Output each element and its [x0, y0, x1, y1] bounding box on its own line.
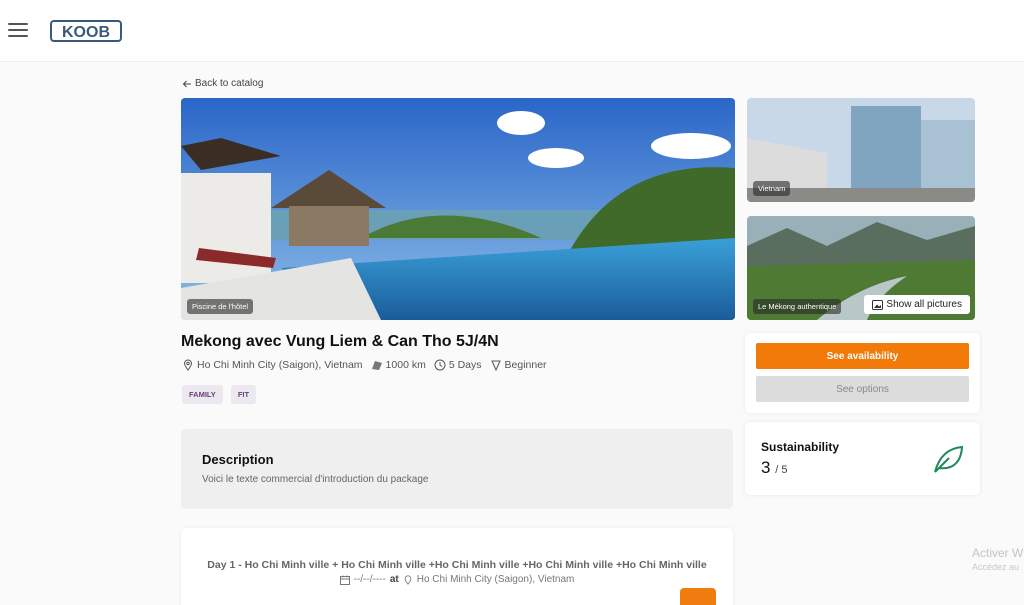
thumb1-caption: Vietnam	[753, 181, 791, 196]
back-label: Back to catalog	[195, 78, 264, 89]
day-at: at	[389, 574, 399, 585]
trip-title: Mekong avec Vung Liem & Can Tho 5J/4N	[181, 333, 499, 350]
svg-text:KOOB: KOOB	[62, 24, 110, 41]
day-date: --/--/----	[353, 574, 386, 585]
top-bar: KOOB	[0, 0, 1024, 62]
trip-meta: Ho Chi Minh City (Saigon), Vietnam 1000 …	[182, 359, 547, 371]
windows-watermark-line1: Activer W	[972, 546, 1024, 560]
see-availability-button[interactable]: See availability	[756, 343, 969, 369]
windows-watermark-line2: Accédez au	[972, 562, 1020, 572]
sustainability-score: 3 / 5	[761, 458, 787, 478]
description-text: Voici le texte commercial d'introduction…	[202, 474, 429, 485]
day-place: Ho Chi Minh City (Saigon), Vietnam	[416, 574, 575, 585]
day-action-button[interactable]	[680, 588, 716, 605]
leaf-icon	[934, 445, 964, 473]
score-max: / 5	[775, 464, 788, 476]
sustainability-card: Sustainability 3 / 5	[745, 422, 980, 495]
back-to-catalog-link[interactable]: Back to catalog	[182, 78, 263, 89]
trip-level: Beginner	[504, 359, 547, 371]
location-pin-icon	[404, 574, 412, 585]
description-heading: Description	[202, 452, 274, 467]
tag-fit: FIT	[230, 385, 257, 404]
trip-distance: 1000 km	[385, 359, 426, 371]
trip-location: Ho Chi Minh City (Saigon), Vietnam	[197, 359, 363, 371]
show-all-label: Show all pictures	[886, 299, 962, 310]
main-photo[interactable]: Piscine de l'hôtel	[181, 98, 735, 320]
day-title: Day 1 - Ho Chi Minh ville + Ho Chi Minh …	[207, 559, 707, 571]
menu-icon[interactable]	[8, 23, 28, 37]
see-options-button[interactable]: See options	[756, 376, 969, 402]
clock-icon	[434, 359, 446, 371]
trip-duration: 5 Days	[448, 359, 482, 371]
photo-thumbnail-vietnam[interactable]: Vietnam	[747, 98, 975, 202]
tag-family: FAMILY	[182, 385, 223, 404]
booking-card: See availability See options	[745, 333, 980, 413]
calendar-icon	[339, 575, 350, 585]
trip-tags: FAMILY FIT	[182, 385, 257, 404]
show-all-pictures-button[interactable]: Show all pictures	[864, 295, 970, 314]
koob-logo[interactable]: KOOB	[50, 19, 122, 43]
main-photo-caption: Piscine de l'hôtel	[187, 299, 254, 314]
arrow-left-icon	[182, 80, 191, 87]
sustainability-label: Sustainability	[761, 440, 840, 454]
pool-image	[181, 98, 735, 320]
score-value: 3	[761, 458, 771, 477]
road-icon	[371, 361, 382, 370]
thumb2-caption: Le Mékong authentique	[753, 299, 842, 314]
day-card: Day 1 - Ho Chi Minh ville + Ho Chi Minh …	[181, 528, 733, 605]
location-pin-icon	[183, 359, 193, 371]
day-info: --/--/---- at Ho Chi Minh City (Saigon),…	[181, 574, 733, 585]
photo-thumbnail-mekong[interactable]: Le Mékong authentique Show all pictures	[747, 216, 975, 320]
image-icon	[872, 299, 884, 310]
level-icon	[490, 360, 501, 371]
description-panel: Description Voici le texte commercial d'…	[181, 429, 733, 509]
